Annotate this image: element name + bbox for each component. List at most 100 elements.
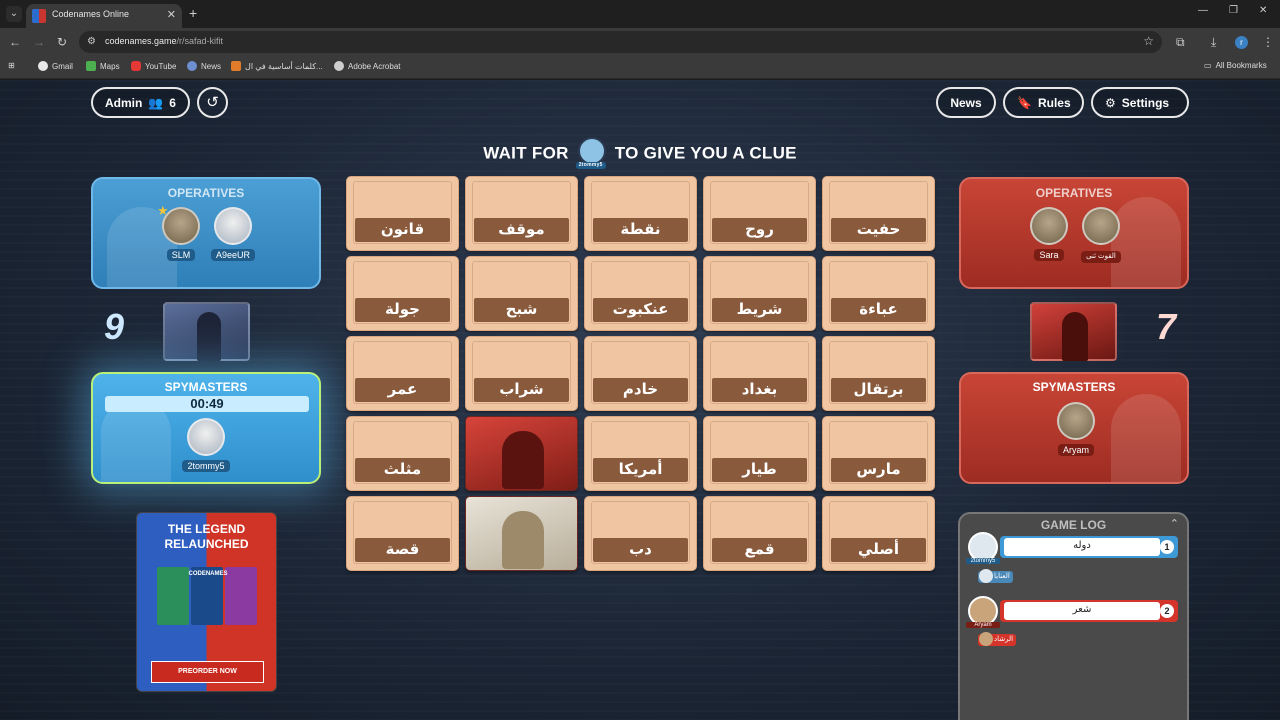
word-card[interactable]: حفيت — [822, 176, 935, 251]
site-info-icon[interactable]: ⚙ — [87, 36, 96, 47]
new-tab-icon[interactable]: + — [189, 5, 197, 21]
card-word: موقف — [474, 218, 569, 242]
word-card[interactable]: شريط — [703, 256, 816, 331]
preorder-ad[interactable]: THE LEGEND RELAUNCHED CODENAMES PREORDER … — [136, 512, 277, 692]
close-window-icon[interactable]: ✕ — [1259, 5, 1267, 16]
maps-icon — [86, 61, 96, 71]
word-card[interactable]: مارس — [822, 416, 935, 491]
word-card[interactable]: نقطة — [584, 176, 697, 251]
log-entry-2: شعر 2 Aryam الرشاد — [966, 596, 1178, 646]
tab-title: Codenames Online — [52, 9, 130, 19]
red-score: 7 — [1156, 306, 1177, 347]
bookmark-maps[interactable]: Maps — [86, 61, 120, 71]
card-word: برتقال — [831, 378, 926, 402]
word-card[interactable]: شراب — [465, 336, 578, 411]
download-icon[interactable]: ⤓ — [1211, 35, 1216, 49]
players-icon: 👥 — [148, 95, 164, 110]
player-name: Sara — [1034, 249, 1064, 261]
bookmark-youtube[interactable]: YouTube — [131, 61, 176, 71]
back-icon[interactable]: ← — [9, 35, 21, 49]
menu-icon[interactable]: ⋮ — [1262, 35, 1274, 49]
bookmark-acrobat[interactable]: Adobe Acrobat — [334, 61, 400, 71]
gear-icon: ⚙ — [1105, 95, 1116, 110]
red-spymasters-title: SPYMASTERS — [1032, 380, 1116, 394]
word-card[interactable]: قصة — [346, 496, 459, 571]
codenames-favicon-icon — [32, 9, 46, 23]
news-button[interactable]: News — [936, 87, 996, 118]
word-card[interactable]: قانون — [346, 176, 459, 251]
word-card[interactable]: خادم — [584, 336, 697, 411]
bookmark-news[interactable]: News — [187, 61, 221, 71]
maximize-icon[interactable]: ❐ — [1229, 5, 1238, 16]
agent-figure — [502, 511, 544, 569]
player-name: SLM — [166, 249, 196, 261]
bookmark-site-icon — [231, 61, 241, 71]
word-card[interactable]: عمر — [346, 336, 459, 411]
extensions-icon[interactable]: ⧉ — [1176, 35, 1185, 49]
revealed-agent-card[interactable] — [465, 416, 578, 491]
card-word: عنكبوت — [593, 298, 688, 322]
all-bookmarks[interactable]: ▭ All Bookmarks — [1204, 61, 1267, 70]
log-player-name: 2tommy5 — [966, 558, 1000, 564]
profile-avatar[interactable]: r — [1235, 36, 1248, 49]
bookmark-arabic[interactable]: كلمات أساسية في ال... — [231, 61, 323, 71]
word-card[interactable]: طيار — [703, 416, 816, 491]
word-card[interactable]: عباءة — [822, 256, 935, 331]
card-word: شراب — [474, 378, 569, 402]
banner-clue-text: TO GIVE YOU A CLUE — [614, 143, 797, 163]
revealed-agent-card[interactable] — [465, 496, 578, 571]
red-operatives-title: OPERATIVES — [1035, 186, 1113, 200]
address-bar[interactable]: ⚙ codenames.game/r/safad-kifit ☆ — [79, 31, 1162, 53]
news-icon — [187, 61, 197, 71]
browser-tab[interactable]: Codenames Online ✕ — [26, 4, 182, 28]
log-clue-number: 2 — [1160, 604, 1174, 618]
reset-icon[interactable]: ↺ — [197, 87, 228, 118]
ad-product-boxes: CODENAMES — [157, 567, 259, 627]
chevron-up-icon[interactable]: ⌃ — [1170, 517, 1179, 530]
agent-figure — [197, 312, 221, 361]
player-avatar — [1082, 207, 1120, 245]
admin-button[interactable]: Admin 👥 6 — [91, 87, 190, 118]
red-operative-1[interactable]: Sara — [1025, 207, 1073, 263]
rules-button[interactable]: 🔖 Rules — [1003, 87, 1084, 118]
blue-spymaster[interactable]: 2tommy5 — [182, 418, 230, 474]
blue-operative-2[interactable]: A9eeUR — [209, 207, 257, 263]
player-avatar — [214, 207, 252, 245]
red-spymaster[interactable]: Aryam — [1052, 402, 1100, 458]
gmail-icon — [38, 61, 48, 71]
word-card[interactable]: أمريكا — [584, 416, 697, 491]
apps-grid-icon[interactable]: ⊞ — [8, 61, 15, 70]
news-label: News — [950, 95, 982, 110]
bookmark-gmail[interactable]: Gmail — [38, 61, 73, 71]
youtube-icon — [131, 61, 141, 71]
agent-figure — [1062, 312, 1088, 361]
word-card[interactable]: روح — [703, 176, 816, 251]
forward-icon[interactable]: → — [33, 35, 45, 49]
minimize-icon[interactable]: — — [1198, 5, 1208, 16]
player-avatar — [187, 418, 225, 456]
word-card[interactable]: موقف — [465, 176, 578, 251]
card-word: جولة — [355, 298, 450, 322]
word-card[interactable]: بغداد — [703, 336, 816, 411]
bookmark-star-icon[interactable]: ☆ — [1143, 34, 1154, 48]
word-card[interactable]: شبح — [465, 256, 578, 331]
tab-close-icon[interactable]: ✕ — [167, 8, 176, 21]
word-card[interactable]: أصلي — [822, 496, 935, 571]
word-card[interactable]: قمع — [703, 496, 816, 571]
settings-button[interactable]: ⚙ Settings — [1091, 87, 1189, 118]
tab-list-icon[interactable]: ⌄ — [6, 6, 22, 22]
reload-icon[interactable]: ↻ — [57, 35, 67, 49]
card-word: قصة — [355, 538, 450, 562]
game-log-title: GAME LOG — [1040, 518, 1107, 532]
bookmark-icon: 🔖 — [1017, 95, 1032, 110]
word-card[interactable]: برتقال — [822, 336, 935, 411]
card-word: حفيت — [831, 218, 926, 242]
word-card[interactable]: دب — [584, 496, 697, 571]
word-card[interactable]: عنكبوت — [584, 256, 697, 331]
red-operative-2[interactable]: القوت ثنى — [1077, 207, 1125, 263]
word-card[interactable]: جولة — [346, 256, 459, 331]
word-card[interactable]: مثلث — [346, 416, 459, 491]
log-clue-number: 1 — [1160, 540, 1174, 554]
ad-title: THE LEGEND RELAUNCHED — [164, 522, 249, 551]
preorder-button[interactable]: PREORDER NOW — [151, 661, 264, 683]
